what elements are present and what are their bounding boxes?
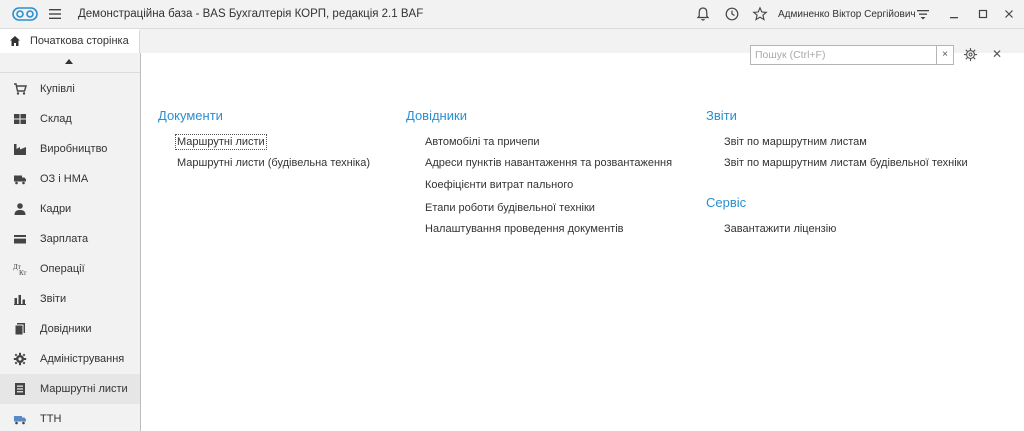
sidebar-item-label: Маршрутні листи (40, 383, 128, 395)
sidebar-item-label: Довідники (40, 323, 92, 335)
sidebar-item-reports[interactable]: Звіти (0, 284, 140, 314)
link-loading-addresses[interactable]: Адреси пунктів навантаження та розвантаж… (425, 157, 672, 169)
gear-icon (13, 352, 27, 366)
close-window-icon[interactable] (1001, 6, 1017, 22)
sidebar-item-label: Купівлі (40, 83, 75, 95)
sidebar-item-label: Звіти (40, 293, 67, 305)
person-icon (14, 203, 26, 215)
sidebar-item-route-sheets[interactable]: Маршрутні листи (0, 374, 140, 404)
close-panel-icon[interactable]: ✕ (992, 47, 1002, 61)
link-posting-settings[interactable]: Налаштування проведення документів (425, 223, 624, 235)
sidebar-item-salary[interactable]: Зарплата (0, 224, 140, 254)
sidebar-scroll-up-button[interactable] (0, 53, 140, 73)
sidebar-item-warehouse[interactable]: Склад (0, 104, 140, 134)
search-input[interactable] (750, 45, 937, 65)
sidebar-item-label: Зарплата (40, 233, 89, 245)
sidebar-item-operations[interactable]: Дт Кт Операції (0, 254, 140, 284)
window-title: Демонстраційна база - BAS Бухгалтерія КО… (78, 8, 424, 20)
link-vehicles-trailers[interactable]: Автомобілі та причепи (425, 136, 540, 148)
bar-chart-icon (14, 295, 26, 305)
sidebar-item-fixed-assets[interactable]: ОЗ і НМА (0, 164, 140, 194)
sidebar-item-administration[interactable]: Адміністрування (0, 344, 140, 374)
sidebar-item-label: ОЗ і НМА (40, 173, 89, 185)
settings-gear-icon[interactable] (963, 47, 978, 62)
sidebar-item-label: Виробництво (40, 143, 108, 155)
link-construction-route-sheets-report[interactable]: Звіт по маршрутним листам будівельної те… (724, 157, 968, 169)
sidebar-item-purchases[interactable]: Купівлі (0, 74, 140, 104)
link-route-sheets[interactable]: Маршрутні листи (175, 134, 267, 150)
search-clear-button[interactable]: × (936, 45, 954, 65)
star-icon[interactable] (752, 6, 768, 22)
sidebar-item-label: Адміністрування (40, 353, 125, 365)
link-route-sheets-construction[interactable]: Маршрутні листи (будівельна техніка) (177, 157, 370, 169)
tab-label: Початкова сторінка (30, 35, 129, 47)
sidebar-item-label: Операції (40, 263, 85, 275)
minimize-icon[interactable] (946, 6, 962, 22)
history-icon[interactable] (724, 6, 740, 22)
route-sheet-icon (15, 383, 25, 395)
link-fuel-coefficients[interactable]: Коефіцієнти витрат пального (425, 179, 573, 191)
link-route-sheets-report[interactable]: Звіт по маршрутним листам (724, 136, 867, 148)
link-load-license[interactable]: Завантажити ліцензію (724, 223, 836, 235)
sidebar-item-label: Склад (40, 113, 72, 125)
chevron-up-icon (65, 59, 73, 64)
title-bar: Демонстраційна база - BAS Бухгалтерія КО… (0, 0, 1024, 29)
books-icon (14, 323, 25, 336)
sidebar-item-production[interactable]: Виробництво (0, 134, 140, 164)
maximize-icon[interactable] (975, 6, 991, 22)
factory-icon (14, 144, 26, 155)
operations-icon: Дт Кт (13, 263, 26, 276)
user-name[interactable]: Админенко Віктор Сергійович (778, 9, 916, 20)
sidebar-item-catalogs[interactable]: Довідники (0, 314, 140, 344)
truck-icon (14, 416, 26, 425)
home-icon (10, 36, 20, 46)
link-construction-stages[interactable]: Етапи роботи будівельної техніки (425, 202, 595, 214)
hamburger-menu-icon[interactable] (47, 6, 63, 22)
sidebar-item-hr[interactable]: Кадри (0, 194, 140, 224)
card-icon (14, 235, 26, 244)
sidebar-item-ttn[interactable]: ТТН (0, 404, 140, 431)
section-title-reports: Звіти (706, 108, 737, 123)
sidebar: Купівлі Склад Виробництво ОЗ і НМА Кадри (0, 53, 141, 431)
sidebar-item-label: Кадри (40, 203, 72, 215)
section-title-service: Сервіс (706, 195, 747, 210)
warehouse-icon (14, 114, 26, 124)
settings-menu-icon[interactable] (915, 6, 931, 22)
tab-home-page[interactable]: Початкова сторінка (0, 29, 140, 53)
sidebar-item-label: ТТН (40, 413, 62, 425)
svg-text:Кт: Кт (19, 269, 26, 276)
section-title-catalogs: Довідники (406, 108, 467, 123)
truck-icon (14, 175, 26, 185)
cart-icon (14, 83, 27, 95)
section-title-documents: Документи (158, 108, 223, 123)
bell-icon[interactable] (695, 6, 711, 22)
app-logo-icon[interactable] (12, 7, 38, 21)
